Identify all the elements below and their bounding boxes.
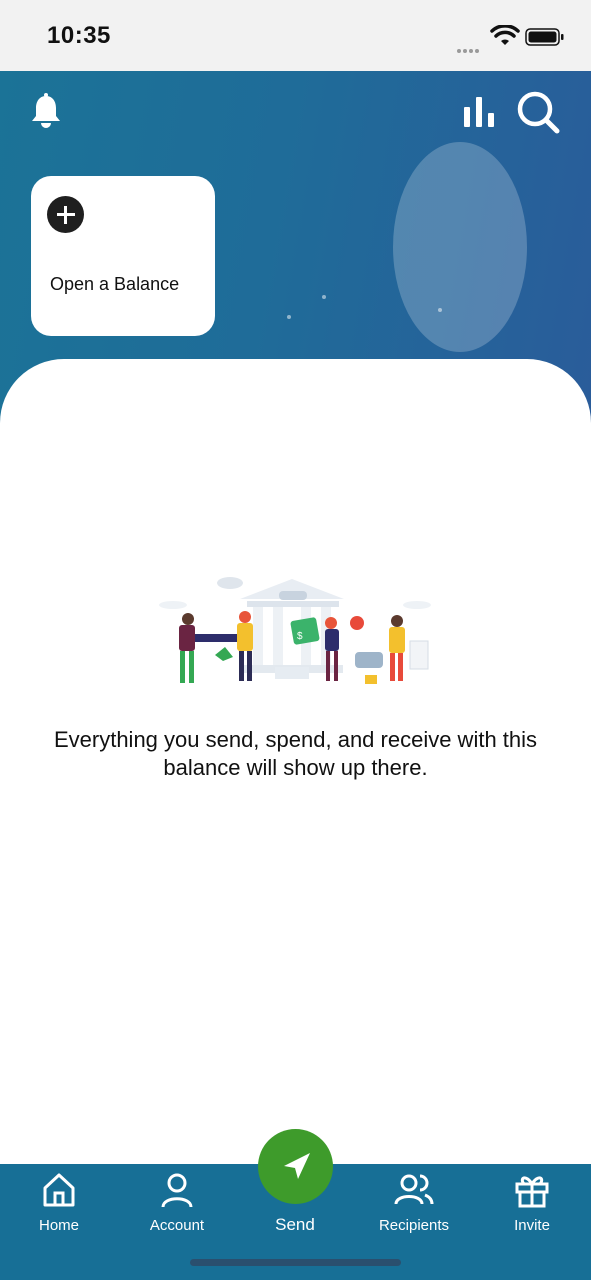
nav-item-recipients[interactable]: Recipients — [355, 1164, 473, 1244]
nav-item-account[interactable]: Account — [118, 1164, 236, 1244]
bar-chart-icon[interactable] — [462, 95, 498, 129]
bank-people-illustration: $ — [159, 577, 431, 684]
status-bar: 10:35 — [0, 0, 591, 71]
send-button[interactable] — [258, 1129, 333, 1204]
plus-circle-icon — [47, 196, 84, 233]
nav-item-invite[interactable]: Invite — [473, 1164, 591, 1244]
svg-text:$: $ — [297, 631, 303, 642]
home-indicator — [190, 1259, 401, 1266]
person-icon — [161, 1173, 193, 1208]
nav-label-invite: Invite — [514, 1217, 550, 1234]
people-icon — [394, 1174, 434, 1205]
battery-icon — [525, 28, 564, 46]
decorative-dot — [438, 308, 442, 312]
open-balance-card[interactable]: Open a Balance — [31, 176, 215, 336]
nav-item-home[interactable]: Home — [0, 1164, 118, 1244]
status-time: 10:35 — [47, 22, 111, 49]
bell-icon[interactable] — [28, 93, 64, 131]
nav-label-home: Home — [38, 1217, 79, 1234]
nav-label-recipients: Recipients — [378, 1217, 450, 1234]
wifi-icon — [490, 25, 520, 45]
home-icon — [43, 1173, 75, 1207]
decorative-oval — [393, 142, 527, 352]
decorative-dot — [287, 315, 291, 319]
gift-icon — [515, 1176, 549, 1208]
decorative-dot — [322, 295, 326, 299]
nav-label-account: Account — [149, 1217, 205, 1234]
nav-label-send: Send — [275, 1215, 315, 1234]
search-icon[interactable] — [515, 89, 561, 135]
open-balance-label: Open a Balance — [50, 274, 180, 294]
send-arrow-icon — [284, 1153, 310, 1179]
signal-icon — [457, 40, 487, 53]
empty-state-message: Everything you send, spend, and receive … — [53, 727, 538, 780]
